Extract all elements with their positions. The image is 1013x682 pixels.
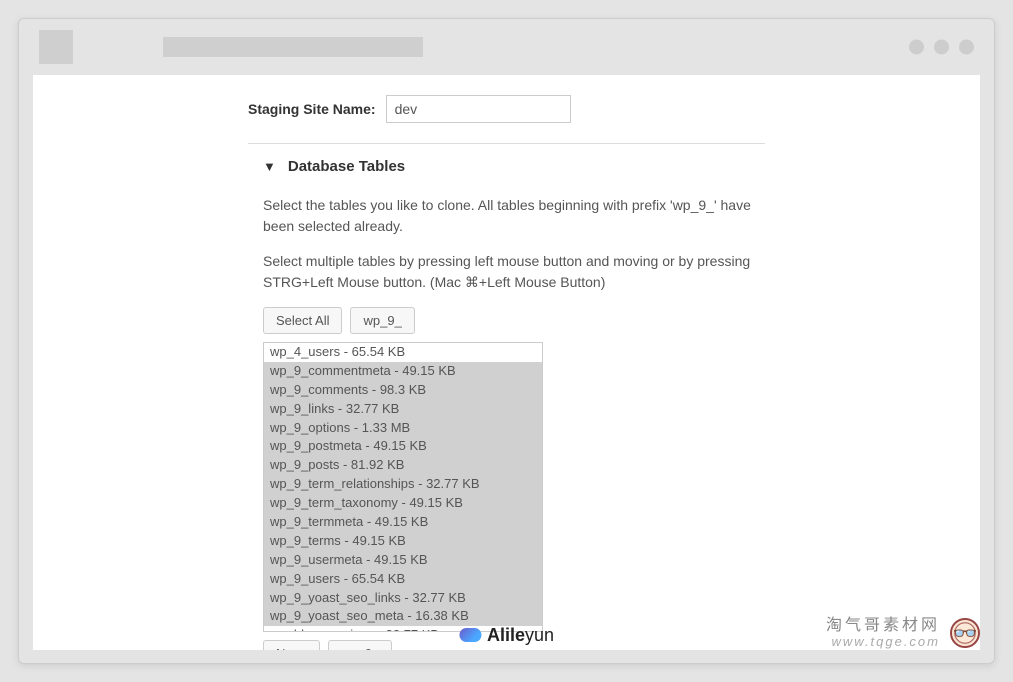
close-dot[interactable] [959,39,974,54]
table-item[interactable]: wp_9_comments - 98.3 KB [264,381,542,400]
table-item[interactable]: wp_9_terms - 49.15 KB [264,532,542,551]
table-item[interactable]: wp_9_usermeta - 49.15 KB [264,551,542,570]
table-item[interactable]: wp_9_posts - 81.92 KB [264,456,542,475]
table-item[interactable]: wp_9_term_taxonomy - 49.15 KB [264,494,542,513]
watermark: 淘气哥素材网 www.tqge.com 👓 [826,617,980,649]
table-item[interactable]: wp_9_options - 1.33 MB [264,419,542,438]
content-area: Staging Site Name: ▼ Database Tables Sel… [33,75,980,650]
table-item[interactable]: wp_9_termmeta - 49.15 KB [264,513,542,532]
address-placeholder [163,37,423,57]
minimize-dot[interactable] [909,39,924,54]
help-text-2: Select multiple tables by pressing left … [263,251,765,293]
tab-placeholder [39,30,73,64]
divider [248,143,765,144]
site-name-input[interactable] [386,95,571,123]
database-tables-listbox[interactable]: wp_4_users - 65.54 KBwp_9_commentmeta - … [263,342,543,632]
site-name-row: Staging Site Name: [33,95,980,123]
browser-window: Staging Site Name: ▼ Database Tables Sel… [18,18,995,664]
section-body: Select the tables you like to clone. All… [33,195,980,650]
window-controls [909,39,974,54]
watermark-text-chinese: 淘气哥素材网 [826,617,940,635]
watermark-url: www.tqge.com [831,635,940,649]
table-item[interactable]: wp_9_yoast_seo_links - 32.77 KB [264,589,542,608]
brand-text: Alileyun [487,625,554,646]
help-text-1: Select the tables you like to clone. All… [263,195,765,237]
prefix-top-button[interactable]: wp_9_ [350,307,414,334]
titlebar [19,19,994,75]
section-title: Database Tables [288,158,405,175]
disclosure-triangle-icon: ▼ [263,159,276,174]
top-button-row: Select All wp_9_ [263,307,765,334]
table-item[interactable]: wp_9_commentmeta - 49.15 KB [264,362,542,381]
table-item[interactable]: wp_9_links - 32.77 KB [264,400,542,419]
cloud-icon [459,628,481,642]
site-name-label: Staging Site Name: [248,101,376,117]
maximize-dot[interactable] [934,39,949,54]
table-item[interactable]: wp_9_term_relationships - 32.77 KB [264,475,542,494]
table-item[interactable]: wp_9_postmeta - 49.15 KB [264,437,542,456]
watermark-glasses-icon: 👓 [950,618,980,648]
table-item[interactable]: wp_9_yoast_seo_meta - 16.38 KB [264,607,542,626]
select-all-button[interactable]: Select All [263,307,342,334]
table-item[interactable]: wp_4_users - 65.54 KB [264,343,542,362]
prefix-bottom-button[interactable]: wp_9_ [328,640,392,650]
table-item[interactable]: wp_9_users - 65.54 KB [264,570,542,589]
database-tables-header[interactable]: ▼ Database Tables [33,158,980,195]
brand-logo: Alileyun [459,625,554,646]
none-button[interactable]: None [263,640,320,650]
